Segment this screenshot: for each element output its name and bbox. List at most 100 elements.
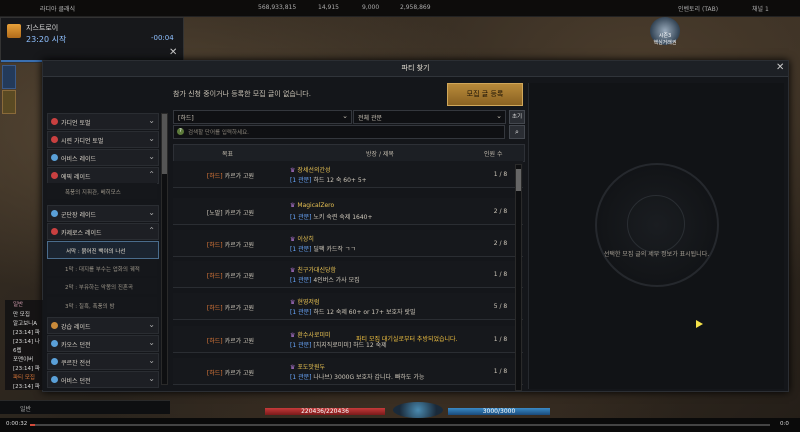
top-status-bar: 라디아 클래식 568,933,815 14,915 9,000 2,958,8…	[0, 0, 800, 17]
chat-line: 포맨이버	[13, 357, 34, 363]
video-current-time: 0:00:32	[6, 421, 28, 427]
resource-crystal: 9,000	[362, 4, 380, 11]
channel-label[interactable]: 채널 1	[752, 4, 769, 13]
dungeon-icon	[51, 358, 58, 365]
raid-icon	[51, 228, 58, 235]
subitem-act3[interactable]: 3막 : 칠흑, 폭풍의 밤	[47, 297, 157, 313]
skill-orb-icon	[393, 402, 443, 418]
emblem-watermark	[595, 163, 719, 287]
crown-icon: ♛	[290, 299, 296, 306]
mp-bar: 3000/3000	[448, 408, 550, 415]
resource-silver: 568,933,815	[258, 4, 297, 11]
notice-text: 참가 신청 중이거나 등록한 모집 글이 없습니다.	[173, 90, 311, 98]
search-input[interactable]: ? 검색할 단어를 입력하세요.	[173, 125, 505, 139]
inventory-label[interactable]: 인벤토리 (TAB)	[678, 4, 718, 13]
raid-icon	[51, 210, 58, 217]
dungeon-icon	[51, 376, 58, 383]
gate-select[interactable]: 전체 관문 ⌄	[353, 110, 506, 124]
category-kurzan-front[interactable]: 쿠르잔 전선 ⌄	[47, 353, 159, 370]
chat-line: 파티 모집	[13, 375, 35, 381]
search-button[interactable]: ⌕	[509, 125, 525, 139]
table-header: 목표 방장 / 제목 인원 수	[173, 144, 525, 162]
table-row[interactable]: [하드] 카르가 고원 ♛ 장세선의간성 [1 관문] 하드 12 숙 60+ 5…	[173, 161, 523, 188]
list-scrollbar[interactable]	[515, 164, 522, 391]
subitem-behemoth[interactable]: 폭풍의 지휘관, 베히모스	[47, 183, 157, 199]
table-row[interactable]: [하드] 카르가 고원 ♛ 포도맛원두 [1 관문] 나나브) 3000G 보호자…	[173, 358, 523, 385]
reset-button[interactable]: 초기화	[509, 110, 525, 132]
party-finder-window: 파티 찾기 ✕ 가디언 토벌 ⌄ 시련 가디언 토벌 ⌄ 어비스 레이드 ⌄ 에픽 레…	[42, 60, 789, 392]
category-chaos-dungeon[interactable]: 카오스 던전 ⌄	[47, 335, 159, 352]
crown-icon: ♛	[290, 167, 296, 174]
event-countdown: -00:04	[151, 34, 174, 42]
category-abyss-raid[interactable]: 어비스 레이드 ⌄	[47, 149, 159, 166]
chat-line: [23:14] 파	[13, 384, 40, 390]
col-title: 방장 / 제목	[366, 151, 394, 158]
scroll-thumb[interactable]	[516, 169, 521, 191]
chat-line: 만 모집	[13, 312, 30, 318]
table-row[interactable]: [노말] 카르가 고원 ♛ MagicalZero [1 관문] 노키 숙련 숙제…	[173, 198, 523, 225]
col-goal: 목표	[222, 151, 234, 158]
chevron-down-icon: ⌄	[496, 112, 502, 120]
chat-line: [23:14] 파	[13, 330, 40, 336]
chevron-down-icon: ⌄	[148, 338, 155, 347]
event-notification[interactable]: 지스트로이 23:20 시작 -00:04 ✕	[0, 17, 184, 63]
detail-panel: 선택한 모집 글의 세부 정보가 표시됩니다.	[528, 83, 784, 389]
table-row[interactable]: [하드] 카르가 고원 ♛ 현영저럼 [1 관문] 하드 12 숙제 60+ or…	[173, 293, 523, 320]
chevron-down-icon: ⌄	[148, 208, 155, 217]
event-time: 23:20 시작	[26, 35, 67, 44]
scroll-thumb[interactable]	[162, 114, 167, 174]
chat-line: 알고보니A	[13, 321, 38, 327]
register-post-button[interactable]: 모집 글 등록	[447, 83, 523, 106]
subitem-act2[interactable]: 2막 : 부유하는 악몽의 진혼곡	[47, 278, 157, 294]
detail-empty-message: 선택한 모집 글의 세부 정보가 표시됩니다.	[603, 251, 710, 258]
chat-tab[interactable]: 일반	[13, 300, 23, 308]
chat-line: [23:14] 나	[13, 339, 40, 345]
category-kazeros-raid[interactable]: 카제로스 레이드 ⌃	[47, 223, 159, 240]
table-row[interactable]: [하드] 카르가 고원 ♛ 환수사로미미 [1 관문] [치지직로미미] 하드 1…	[173, 326, 523, 353]
side-clock-icon[interactable]	[2, 65, 16, 89]
crown-icon: ♛	[290, 364, 296, 371]
category-trial-guardian[interactable]: 시련 가디언 토벌 ⌄	[47, 131, 159, 148]
chat-line: [23:14] 파	[13, 366, 40, 372]
resource-other: 2,958,869	[400, 4, 431, 11]
chevron-up-icon: ⌃	[148, 226, 155, 235]
window-title-text: 파티 찾기	[401, 64, 430, 72]
guardian-icon	[51, 136, 58, 143]
event-icon	[7, 24, 21, 38]
close-icon[interactable]: ✕	[169, 47, 177, 58]
chevron-down-icon: ⌄	[342, 112, 348, 120]
help-icon: ?	[177, 128, 184, 135]
subitem-act1[interactable]: 1막 : 대지를 부수는 업화의 궤적	[47, 260, 157, 276]
raid-icon	[51, 172, 58, 179]
chevron-down-icon: ⌄	[148, 374, 155, 383]
crown-icon: ♛	[290, 332, 296, 339]
video-seekbar[interactable]	[30, 424, 770, 426]
subitem-prologue[interactable]: 서막 : 붉어진 백야의 나선	[47, 241, 159, 259]
category-scrollbar[interactable]	[161, 113, 168, 385]
col-members: 인원 수	[484, 151, 503, 158]
category-legion-raid[interactable]: 군단장 레이드 ⌄	[47, 205, 159, 222]
event-name: 지스트로이	[26, 24, 59, 32]
video-end-time: 0:0	[780, 421, 789, 427]
season-label: 시즌3 핵심거래권	[653, 33, 677, 46]
table-row[interactable]: [하드] 카르가 고원 ♛ 친구가대신당함 [1 관문] 4인버스 가사 모집 1…	[173, 261, 523, 288]
category-guardian[interactable]: 가디언 토벌 ⌄	[47, 113, 159, 130]
chat-input[interactable]: 일반	[0, 400, 170, 414]
video-progress	[30, 424, 35, 426]
dungeon-icon	[51, 340, 58, 347]
difficulty-select[interactable]: [하드] ⌄	[173, 110, 352, 124]
category-abyss-dungeon[interactable]: 어비스 던전 ⌄	[47, 371, 159, 388]
chevron-down-icon: ⌄	[148, 134, 155, 143]
table-row[interactable]: [하드] 카르가 고원 ♛ 이상히 [1 관문] 딜팩 카드작 ㄱㄱ 2 / 8	[173, 230, 523, 257]
search-icon: ⌕	[515, 128, 519, 136]
category-assault-raid[interactable]: 강습 레이드 ⌄	[47, 317, 159, 334]
side-quest-icon[interactable]	[2, 90, 16, 114]
guardian-icon	[51, 118, 58, 125]
close-icon[interactable]: ✕	[776, 62, 784, 73]
video-player-bar[interactable]: 0:00:32 0:0	[0, 418, 800, 432]
chat-window[interactable]: 일반 만 모집 알고보니A [23:14] 파 [23:14] 나 6렙 포맨이…	[5, 300, 43, 390]
chevron-down-icon: ⌄	[148, 152, 155, 161]
chevron-up-icon: ⌃	[148, 170, 155, 179]
kick-alert-text: 파티 모집 대기실로부터 추방되었습니다.	[356, 336, 458, 343]
category-epic-raid[interactable]: 에픽 레이드 ⌃	[47, 167, 159, 184]
